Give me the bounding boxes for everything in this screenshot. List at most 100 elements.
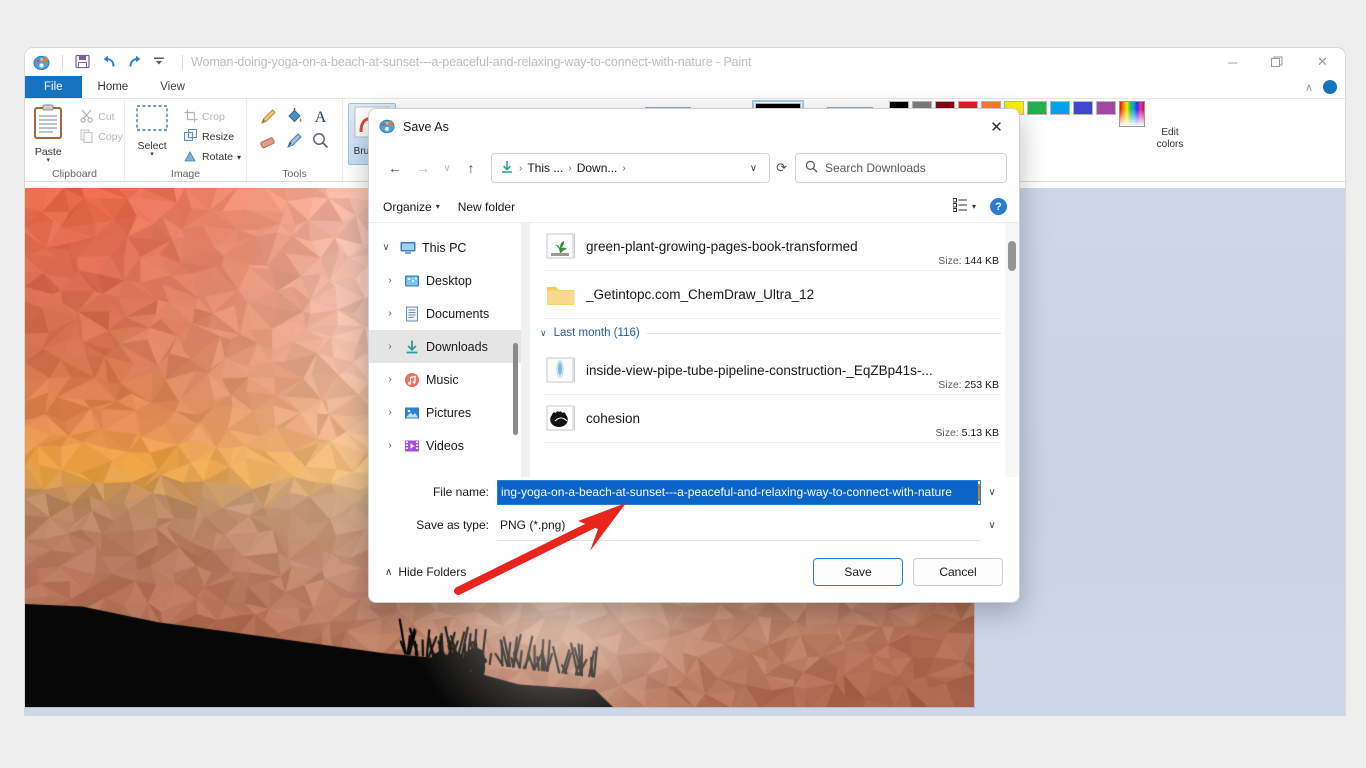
paint-app-icon — [33, 54, 50, 71]
filename-dropdown-icon[interactable]: ∨ — [981, 487, 1003, 498]
help-button[interactable]: ? — [990, 198, 1007, 215]
palette-swatch-blue[interactable] — [1050, 101, 1070, 115]
downloads-icon — [403, 338, 420, 355]
list-item[interactable]: cohesion Size: 5.13 KB — [530, 395, 1019, 442]
tab-home[interactable]: Home — [81, 76, 145, 98]
search-input[interactable]: Search Downloads — [795, 153, 1007, 183]
edit-colors-label[interactable]: Edit colors — [1150, 101, 1190, 151]
tree-item-downloads[interactable]: › Downloads — [369, 330, 521, 363]
paint-title-bar: Woman-doing-yoga-on-a-beach-at-sunset---… — [25, 48, 1345, 76]
twisty-icon[interactable]: ∨ — [379, 242, 393, 253]
organize-button[interactable]: Organize ▾ — [383, 200, 440, 214]
twisty-icon[interactable]: › — [383, 407, 397, 418]
breadcrumb-dropdown-icon[interactable]: ∨ — [746, 163, 761, 174]
cut-label: Cut — [98, 111, 115, 123]
resize-label: Resize — [202, 131, 235, 143]
dialog-close-button[interactable]: ✕ — [974, 109, 1019, 145]
undo-icon[interactable] — [101, 54, 118, 71]
select-caret-icon[interactable]: ▾ — [150, 151, 154, 158]
list-item[interactable]: _Getintopc.com_ChemDraw_Ultra_12 — [530, 271, 1019, 318]
recent-locations-button[interactable]: ∨ — [437, 154, 457, 182]
paste-button[interactable]: Paste ▾ — [25, 104, 74, 164]
save-button[interactable]: Save — [813, 558, 903, 586]
file-group-header[interactable]: ∨ Last month (116) — [530, 319, 1019, 347]
text-icon[interactable]: A — [311, 107, 330, 131]
select-button[interactable]: Select ▾ — [126, 104, 178, 166]
minimize-button[interactable]: ─ — [1210, 48, 1255, 76]
savetype-dropdown-icon[interactable]: ∨ — [981, 520, 1003, 531]
picker-icon[interactable] — [285, 131, 304, 155]
redo-icon[interactable] — [127, 54, 144, 71]
list-item[interactable]: inside-view-pipe-tube-pipeline-construct… — [530, 347, 1019, 394]
file-list-scrollbar[interactable] — [1005, 223, 1019, 477]
pane-splitter[interactable] — [521, 223, 530, 477]
footer-buttons: Save Cancel — [813, 558, 1003, 586]
documents-icon — [403, 305, 420, 322]
twisty-icon[interactable]: › — [383, 275, 397, 286]
pencil-icon[interactable] — [259, 107, 278, 131]
tab-view[interactable]: View — [144, 76, 201, 98]
list-item[interactable]: green-plant-growing-pages-book-transform… — [530, 223, 1019, 270]
list-divider — [544, 442, 1001, 443]
rotate-button[interactable]: Rotate ▾ — [180, 148, 245, 166]
breadcrumb-sep-3: › — [622, 162, 626, 174]
view-options-button[interactable]: ▾ — [952, 198, 976, 215]
hide-folders-button[interactable]: ∧ Hide Folders — [385, 565, 466, 579]
tree-item-desktop[interactable]: › Desktop — [369, 264, 521, 297]
refresh-icon[interactable]: ⟳ — [770, 160, 787, 176]
twisty-icon[interactable]: › — [383, 374, 397, 385]
file-size: Size: 144 KB — [938, 255, 999, 267]
breadcrumb[interactable]: › This ... › Down... › ∨ — [491, 153, 771, 183]
tree-item-music[interactable]: › Music — [369, 363, 521, 396]
ribbon-group-image: Select ▾ Crop Resize Rotate ▾ Image — [125, 99, 247, 181]
up-button[interactable]: ↑ — [457, 154, 485, 182]
eraser-icon[interactable] — [259, 131, 278, 155]
restore-button[interactable] — [1255, 48, 1300, 76]
rotate-caret-icon[interactable]: ▾ — [237, 153, 241, 162]
desktop-icon — [403, 272, 420, 289]
savetype-select[interactable]: PNG (*.png) — [497, 513, 981, 541]
twisty-icon[interactable]: › — [383, 440, 397, 451]
chevron-down-icon[interactable]: ∨ — [540, 328, 547, 339]
dialog-toolbar: Organize ▾ New folder ▾ ? — [369, 191, 1019, 223]
cut-button[interactable]: Cut — [76, 108, 127, 126]
cancel-button[interactable]: Cancel — [913, 558, 1003, 586]
breadcrumb-this-pc[interactable]: This ... — [527, 161, 563, 175]
collapse-ribbon-icon[interactable]: ∧ — [1305, 81, 1313, 94]
tree-item-videos[interactable]: › Videos — [369, 429, 521, 462]
forward-button[interactable]: → — [409, 154, 437, 182]
new-folder-button[interactable]: New folder — [458, 200, 515, 214]
tree-item-pictures[interactable]: › Pictures — [369, 396, 521, 429]
breadcrumb-downloads[interactable]: Down... — [577, 161, 618, 175]
image-hands-icon — [544, 402, 578, 436]
edit-colors-icon[interactable] — [1119, 101, 1145, 127]
paste-caret-icon[interactable]: ▾ — [46, 157, 50, 164]
fill-icon[interactable] — [285, 107, 304, 131]
music-icon — [403, 371, 420, 388]
copy-button[interactable]: Copy — [76, 128, 127, 146]
dialog-fields: File name: ing-yoga-on-a-beach-at-sunset… — [369, 477, 1019, 542]
file-size: Size: 5.13 KB — [935, 427, 999, 439]
twisty-icon[interactable]: › — [383, 308, 397, 319]
tab-file[interactable]: File — [25, 76, 82, 98]
tree-item-this-pc[interactable]: ∨ This PC — [369, 231, 521, 264]
close-button[interactable]: ✕ — [1300, 48, 1345, 76]
scrollbar-thumb[interactable] — [1008, 241, 1016, 271]
palette-swatch-purple[interactable] — [1096, 101, 1116, 115]
filename-input[interactable]: ing-yoga-on-a-beach-at-sunset---a-peacef… — [497, 479, 981, 505]
back-button[interactable]: ← — [381, 154, 409, 182]
help-indicator-icon[interactable] — [1323, 80, 1337, 94]
file-name: cohesion — [586, 411, 641, 426]
organize-caret-icon: ▾ — [435, 202, 440, 211]
magnifier-icon[interactable] — [311, 131, 330, 155]
tree-item-documents[interactable]: › Documents — [369, 297, 521, 330]
resize-icon — [184, 128, 198, 146]
customize-qat-icon[interactable] — [153, 54, 170, 71]
palette-swatch-green[interactable] — [1027, 101, 1047, 115]
save-icon[interactable] — [75, 54, 92, 71]
twisty-icon[interactable]: › — [383, 341, 397, 352]
palette-swatch-indigo[interactable] — [1073, 101, 1093, 115]
nav-pane-scrollbar[interactable] — [513, 343, 518, 435]
resize-button[interactable]: Resize — [180, 128, 245, 146]
crop-button[interactable]: Crop — [180, 108, 245, 126]
